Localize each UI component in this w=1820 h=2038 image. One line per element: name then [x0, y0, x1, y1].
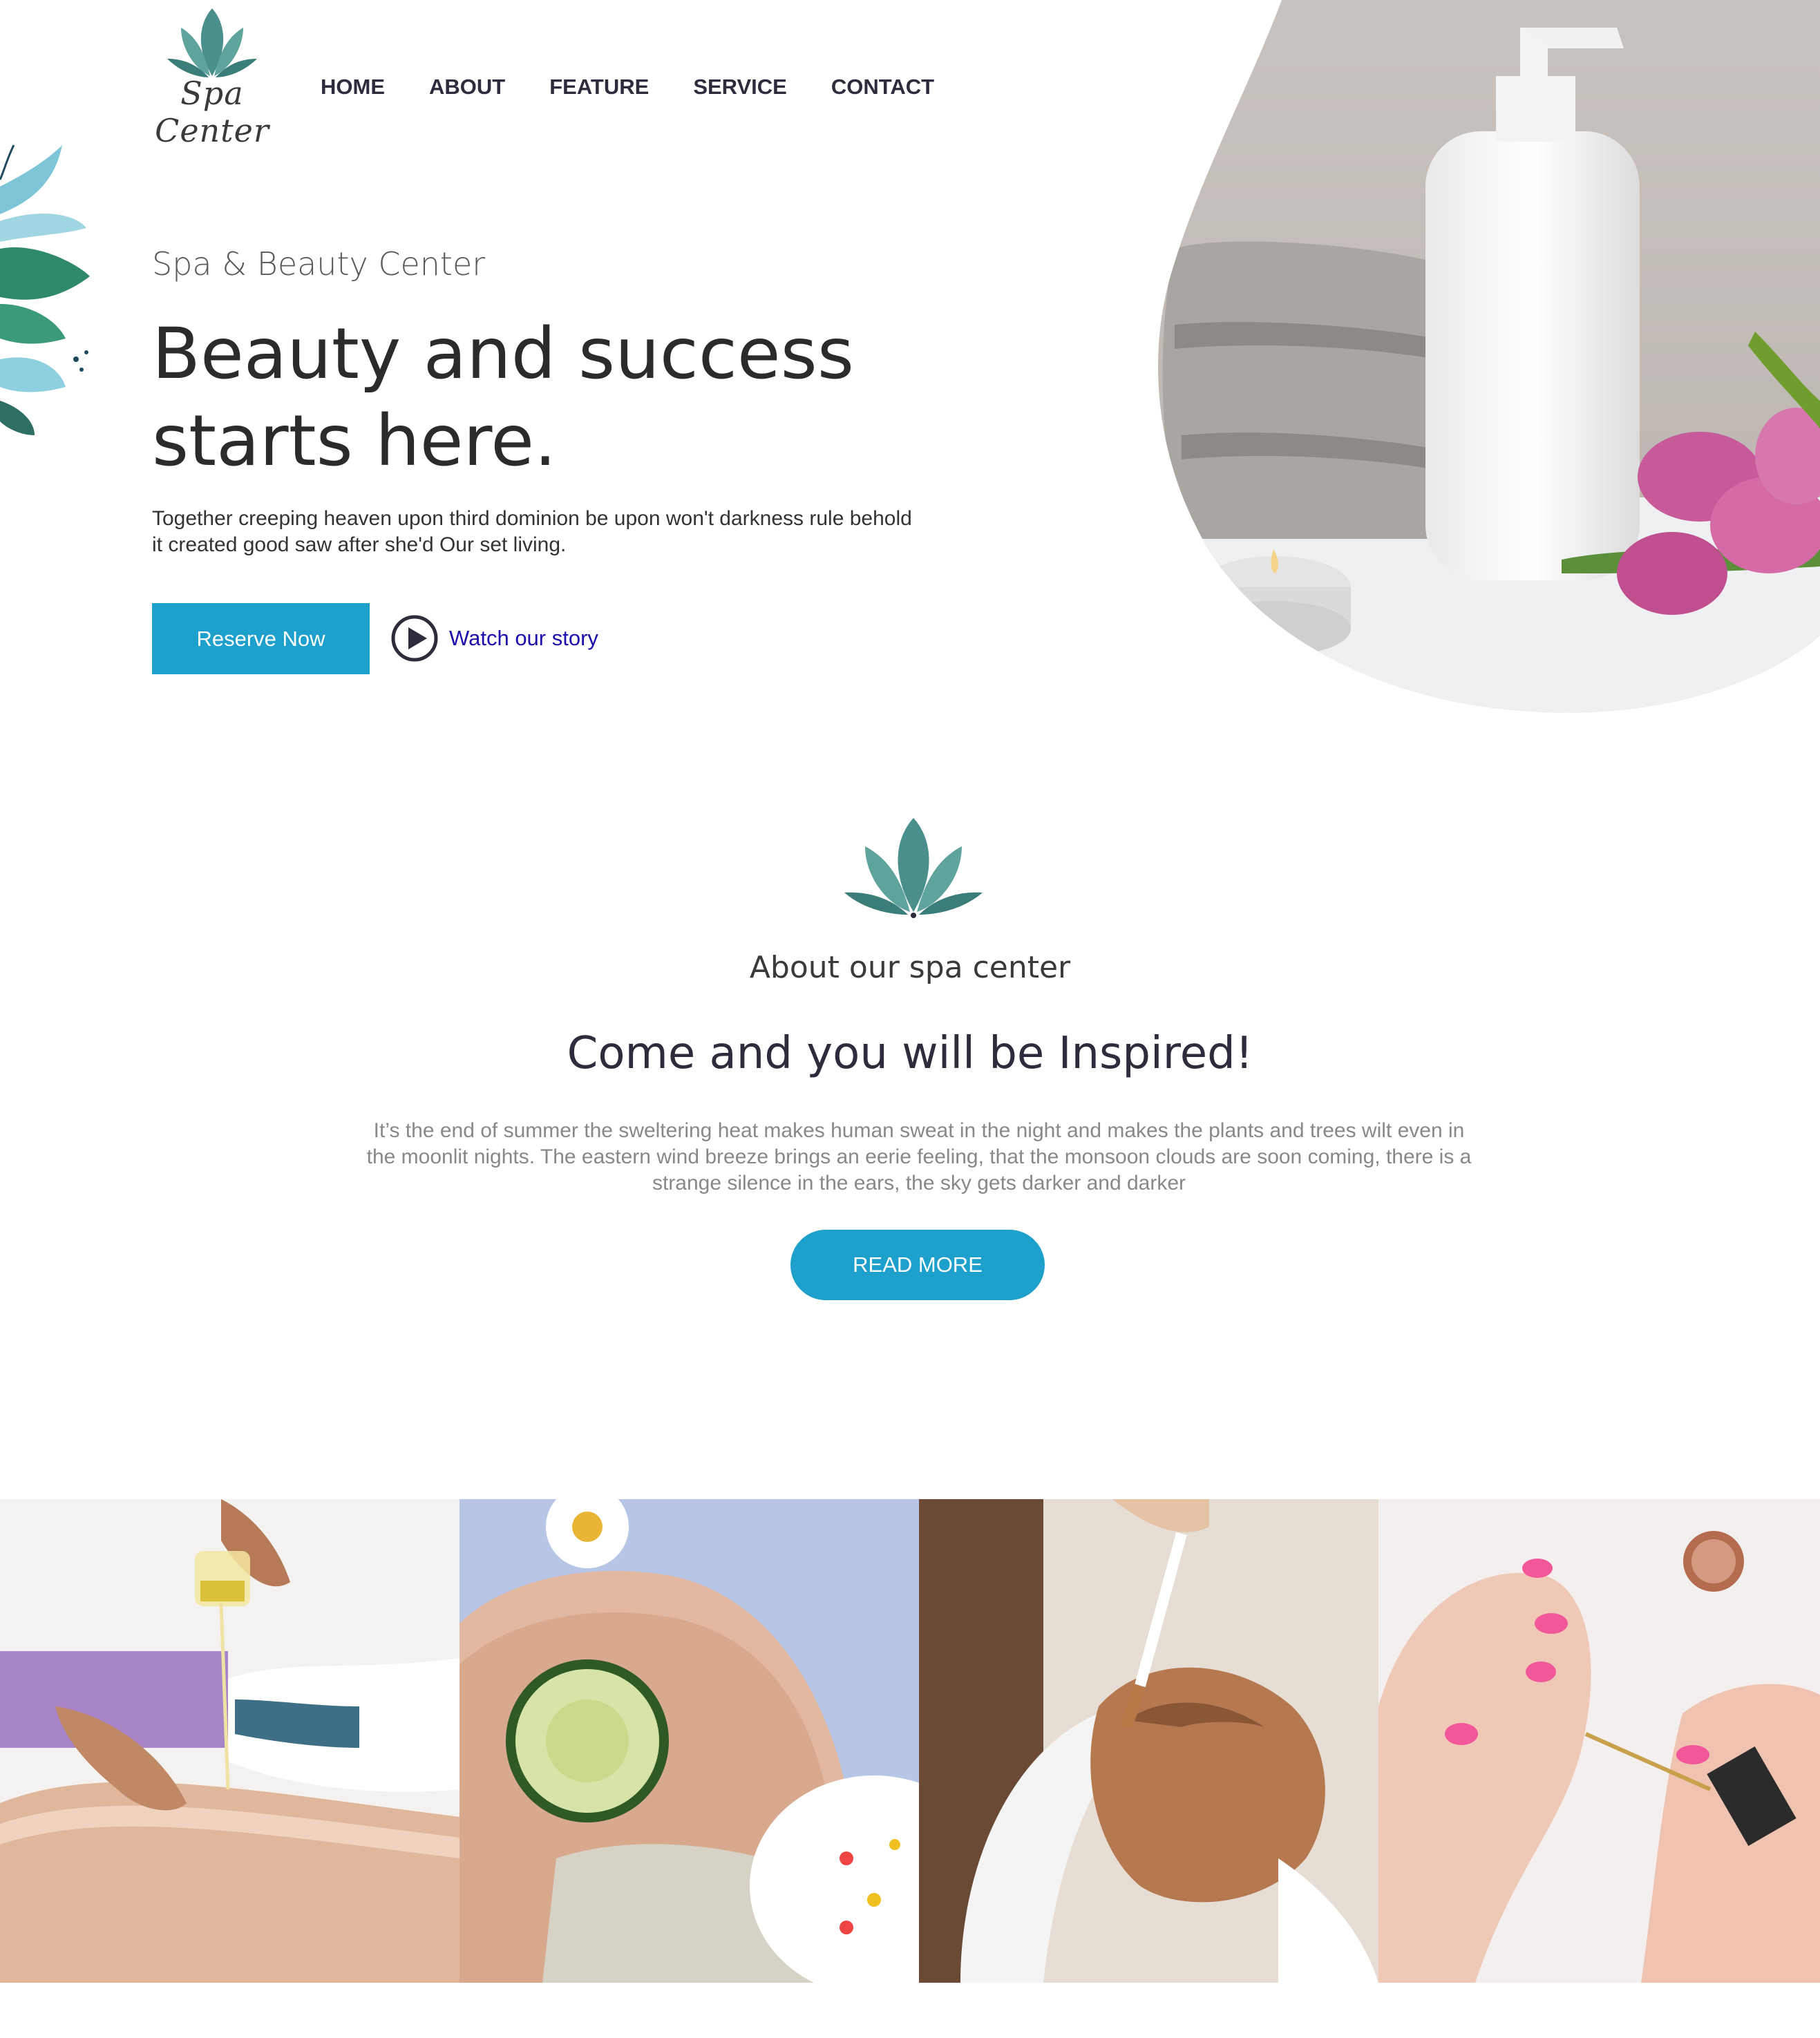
- about-subtitle: About our spa center: [749, 950, 1071, 985]
- logo-text: Spa Center: [155, 75, 269, 149]
- about-title: Come and you will be Inspired!: [567, 1028, 1253, 1079]
- read-more-button[interactable]: READ MORE: [790, 1230, 1045, 1300]
- gallery-image-cucumber-facial[interactable]: [459, 1499, 919, 1983]
- about-text: It’s the end of summer the sweltering he…: [366, 1119, 1472, 1194]
- nav-service[interactable]: SERVICE: [693, 75, 787, 99]
- hero-title-line-1: Beauty and success: [152, 313, 854, 395]
- nav-contact[interactable]: CONTACT: [831, 75, 934, 99]
- reserve-now-button[interactable]: Reserve Now: [152, 603, 370, 674]
- nav-feature[interactable]: FEATURE: [549, 75, 649, 99]
- hero-title: Beauty and success starts here.: [152, 311, 912, 485]
- gallery-image-manicure[interactable]: [1378, 1499, 1820, 1983]
- watch-story-link[interactable]: Watch our story: [391, 615, 598, 662]
- lotus-icon: [844, 818, 983, 918]
- main-nav: HOME ABOUT FEATURE SERVICE CONTACT: [321, 75, 978, 99]
- watch-story-label: Watch our story: [449, 626, 598, 650]
- hero-subtitle: Spa & Beauty Center: [152, 245, 486, 283]
- nav-home[interactable]: HOME: [321, 75, 385, 99]
- lotus-logo-icon: [167, 8, 257, 77]
- nav-about[interactable]: ABOUT: [429, 75, 505, 99]
- decorative-leaves-icon: [0, 144, 90, 435]
- gallery-image-massage[interactable]: [0, 1499, 459, 1983]
- gallery-image-clay-mask[interactable]: [919, 1499, 1378, 1983]
- service-gallery: [0, 1499, 1820, 1983]
- hero-spa-image: [1157, 0, 1820, 713]
- play-circle-icon: [391, 615, 438, 662]
- hero-description: Together creeping heaven upon third domi…: [152, 507, 912, 556]
- hero-title-line-2: starts here.: [152, 400, 557, 482]
- brand-logo[interactable]: Spa Center: [146, 7, 278, 149]
